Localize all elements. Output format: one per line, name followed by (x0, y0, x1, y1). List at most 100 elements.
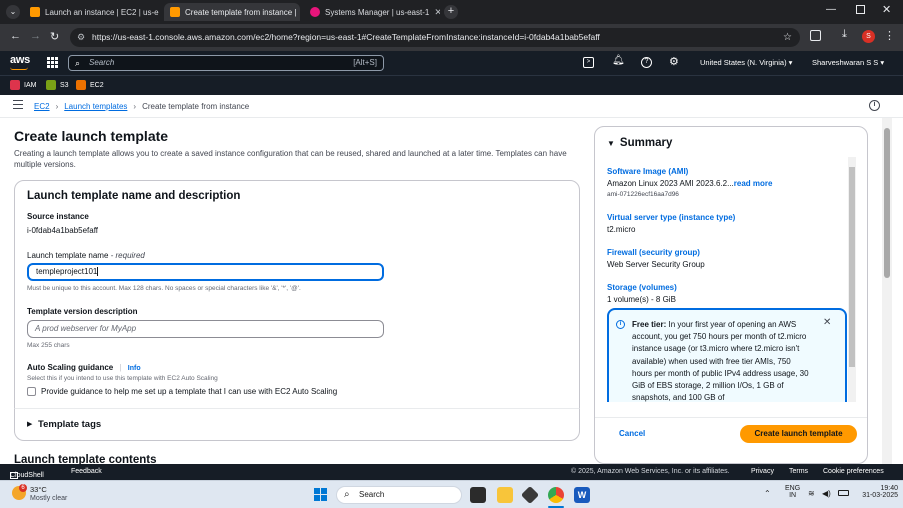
taskbar-search[interactable]: ⌕ Search (336, 486, 462, 504)
breadcrumb-ec2[interactable]: EC2 (34, 102, 50, 111)
battery-icon[interactable] (838, 490, 849, 496)
privacy-link[interactable]: Privacy (751, 468, 774, 475)
clock-date: 31-03-2025 (862, 492, 898, 499)
aws-favicon-icon (170, 7, 180, 17)
tab-systems-manager[interactable]: Systems Manager | us-east-1 ✕ (304, 3, 440, 21)
task-view-icon[interactable] (470, 487, 486, 503)
create-launch-template-button[interactable]: Create launch template (740, 425, 857, 443)
tab-launch-instance[interactable]: Launch an instance | EC2 | us-e ✕ (24, 3, 160, 21)
language-indicator[interactable]: ENG IN (785, 485, 800, 499)
instance-type-label[interactable]: Virtual server type (instance type) (607, 213, 735, 222)
favorite-iam[interactable]: IAM (10, 80, 36, 90)
page-scrollbar-thumb[interactable] (884, 128, 890, 278)
chrome-icon[interactable] (548, 487, 564, 503)
tab-label: Systems Manager | us-east-1 (325, 7, 430, 17)
summary-title[interactable]: ▼ Summary (607, 137, 672, 149)
version-description-input[interactable]: A prod webserver for MyApp (27, 320, 384, 338)
services-menu-icon[interactable] (47, 57, 58, 68)
template-name-input[interactable]: templeproject101 (27, 263, 384, 281)
divider (595, 417, 867, 418)
taskbar-search-label: Search (359, 490, 385, 499)
aws-footer: CloudShell Feedback © 2025, Amazon Web S… (0, 464, 903, 480)
cookie-preferences-link[interactable]: Cookie preferences (823, 468, 884, 475)
page-description: Creating a launch template allows you to… (14, 149, 567, 169)
settings-gear-icon[interactable]: ⚙ (669, 55, 679, 68)
clock[interactable]: 19:40 31-03-2025 (856, 485, 898, 499)
extensions-icon[interactable] (810, 30, 821, 41)
favorite-label: S3 (60, 81, 69, 89)
ami-label[interactable]: Software Image (AMI) (607, 167, 688, 176)
download-icon[interactable]: ⤓ (842, 28, 847, 41)
template-name-label: Launch template name - required (27, 251, 145, 260)
favorite-s3[interactable]: S3 (46, 80, 69, 90)
template-tags-label: Template tags (38, 419, 102, 430)
info-link[interactable]: Info (128, 365, 141, 372)
storage-label[interactable]: Storage (volumes) (607, 283, 677, 292)
menu-hamburger-icon[interactable] (13, 100, 23, 109)
favorite-label: EC2 (90, 81, 104, 89)
url-bar[interactable]: ⚙ https://us-east-1.console.aws.amazon.c… (70, 28, 800, 47)
back-icon[interactable]: ← (10, 30, 21, 42)
s3-icon (46, 80, 56, 90)
free-tier-title: Free tier: (632, 320, 667, 329)
close-icon[interactable]: ✕ (434, 7, 440, 18)
info-icon: i (616, 320, 625, 329)
volume-icon[interactable]: ◀) (822, 489, 831, 498)
notifications-bell-icon[interactable]: 🔔︎ (612, 55, 625, 66)
help-icon[interactable]: ? (641, 57, 652, 68)
feedback-link[interactable]: Feedback (71, 468, 102, 475)
language-top: ENG (785, 485, 801, 492)
bookmark-star-icon[interactable]: ☆ (783, 28, 792, 47)
app-icon[interactable] (520, 485, 540, 505)
summary-scroll-area[interactable]: Software Image (AMI) Amazon Linux 2023 A… (595, 157, 857, 402)
close-window-button[interactable]: ✕ (882, 3, 891, 16)
minimize-button[interactable]: — (826, 4, 836, 15)
firewall-label[interactable]: Firewall (security group) (607, 248, 700, 257)
auto-scaling-checkbox[interactable] (27, 387, 36, 396)
page-title: Create launch template (14, 128, 169, 144)
breadcrumb-launch-templates[interactable]: Launch templates (64, 102, 127, 111)
cloudshell-label: CloudShell (10, 472, 44, 479)
new-tab-button[interactable]: + (444, 5, 458, 19)
scrollbar-thumb[interactable] (849, 167, 855, 367)
word-icon[interactable]: W (574, 487, 590, 503)
weather-badge: 6 (19, 484, 27, 492)
reload-icon[interactable]: ↻ (50, 30, 59, 43)
profile-avatar[interactable]: S (862, 30, 875, 43)
auto-scaling-checkbox-label[interactable]: Provide guidance to help me set up a tem… (41, 387, 337, 396)
chevron-up-icon[interactable]: ⌃ (764, 489, 771, 498)
caret-down-icon: ▼ (607, 139, 615, 148)
search-shortcut: [Alt+S] (353, 58, 377, 67)
account-name: Sharveshwaran S S (812, 58, 879, 67)
account-menu[interactable]: Sharveshwaran S S ▾ (812, 58, 884, 67)
section-title: Launch template name and description (27, 190, 241, 202)
browser-menu-icon[interactable]: ⋮ (884, 29, 895, 42)
aws-logo[interactable]: aws (10, 54, 30, 66)
auto-scaling-label: Auto Scaling guidance | Info (27, 363, 141, 372)
page-scrollbar[interactable] (882, 118, 892, 464)
template-tags-expander[interactable]: ▶ Template tags (14, 408, 580, 441)
favorite-ec2[interactable]: EC2 (76, 80, 104, 90)
source-instance-value: i-0fdab4a1bab5efaff (27, 226, 99, 235)
maximize-button[interactable] (856, 5, 865, 14)
tab-create-template[interactable]: Create template from instance | ✕ (164, 3, 300, 21)
file-explorer-icon[interactable] (497, 487, 513, 503)
summary-scrollbar[interactable] (848, 157, 856, 402)
terms-link[interactable]: Terms (789, 468, 808, 475)
template-name-label-text: Launch template name (27, 251, 109, 260)
cloudshell-icon[interactable]: > (583, 57, 594, 68)
breadcrumb: EC2 › Launch templates › Create template… (34, 102, 249, 111)
forward-icon[interactable]: → (30, 30, 41, 42)
ami-value-text: Amazon Linux 2023 AMI 2023.6.2... (607, 179, 734, 188)
windows-start-icon[interactable] (314, 488, 327, 501)
site-info-icon[interactable]: ⚙ (77, 28, 85, 47)
cancel-button[interactable]: Cancel (619, 429, 645, 438)
wifi-icon[interactable]: ≋ (808, 489, 815, 498)
read-more-link[interactable]: read more (734, 179, 773, 188)
free-tier-text: Free tier: In your first year of opening… (632, 319, 812, 402)
close-icon[interactable]: ✕ (823, 317, 831, 328)
info-panel-icon[interactable]: i (869, 100, 880, 111)
aws-search-input[interactable]: ⌕ Search [Alt+S] (68, 55, 384, 71)
region-selector[interactable]: United States (N. Virginia) ▾ (700, 58, 792, 67)
tab-search-button[interactable]: ⌄ (6, 5, 20, 19)
